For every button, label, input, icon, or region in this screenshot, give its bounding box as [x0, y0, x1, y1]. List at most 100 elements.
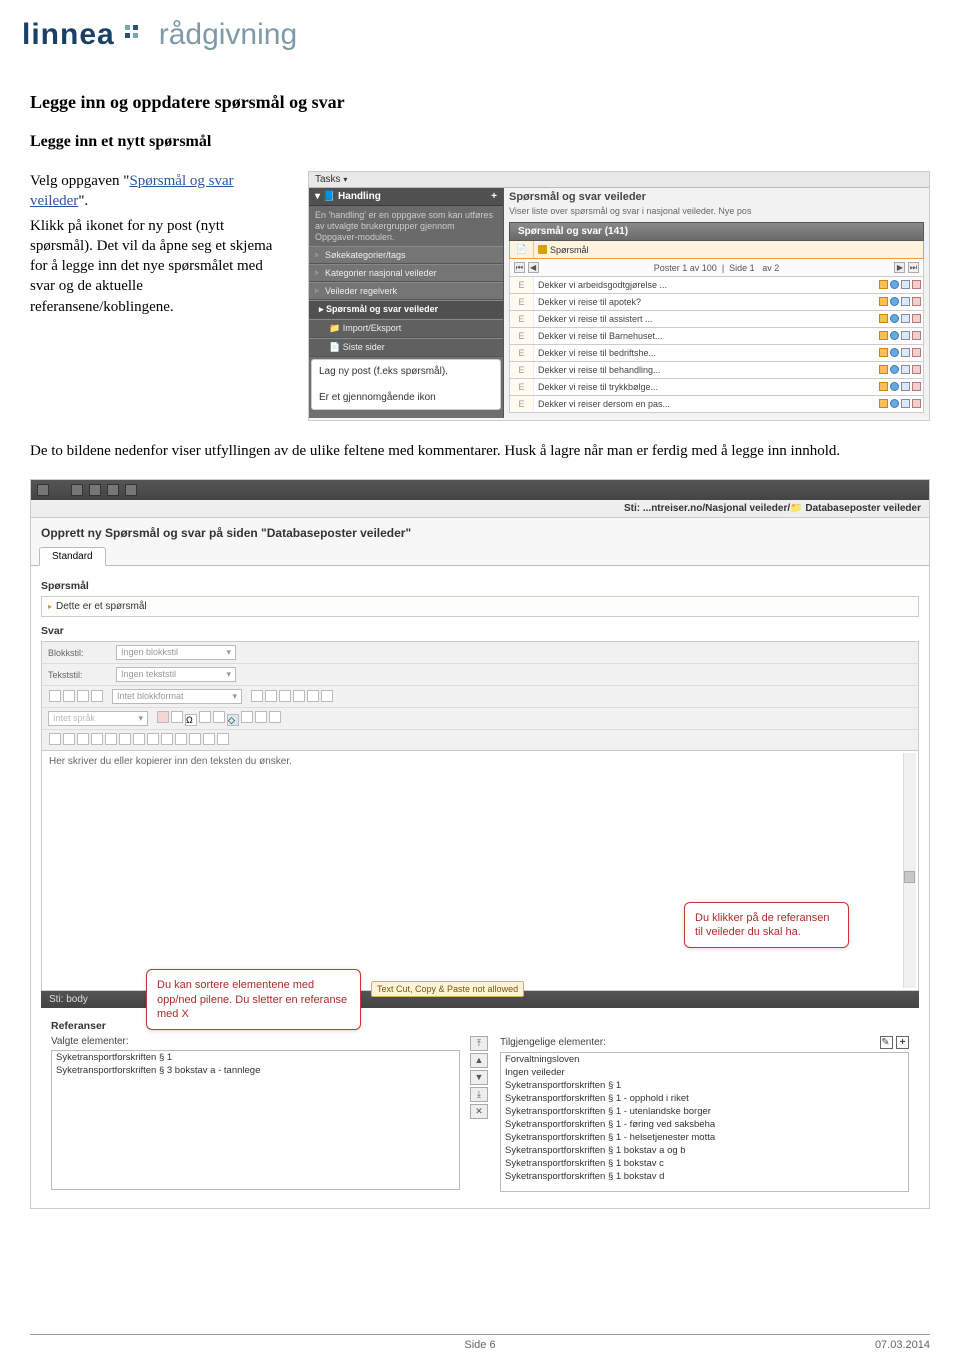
delete-icon[interactable] [912, 399, 921, 408]
info-icon[interactable] [890, 331, 899, 340]
list-item[interactable]: Syketransportforskriften § 1 - føring ve… [501, 1118, 908, 1131]
list-item[interactable]: Syketransportforskriften § 1 bokstav a o… [501, 1144, 908, 1157]
sidebar-item[interactable]: ▹Kategorier nasjonal veileder [309, 264, 503, 282]
toolbar-icon[interactable] [125, 484, 137, 496]
list-item[interactable]: Forvaltningsloven [501, 1053, 908, 1066]
list-item[interactable]: Syketransportforskriften § 1 bokstav d [501, 1170, 908, 1183]
tasks-bar: Tasks ▾ [309, 172, 929, 188]
sidebar-item[interactable]: ▹Søkekategorier/tags [309, 246, 503, 264]
copy-icon[interactable] [901, 331, 910, 340]
blokkstil-select[interactable]: Ingen blokkstil▾ [116, 645, 236, 660]
table-row[interactable]: EDekker vi reise til assistert ... [509, 311, 924, 328]
side-panel-header[interactable]: ▾ 📘 Handling+ [309, 188, 503, 206]
delete-icon[interactable] [912, 314, 921, 323]
toolbar-icon[interactable] [71, 484, 83, 496]
move-top[interactable]: ⤒ [470, 1036, 488, 1051]
list-item[interactable]: Syketransportforskriften § 1 [501, 1079, 908, 1092]
warning-badge: Text Cut, Copy & Paste not allowed [371, 981, 524, 997]
pencil-icon[interactable]: ✎ [880, 1036, 893, 1049]
panel-title: Spørsmål og svar veileder [509, 191, 924, 203]
edit-icon[interactable] [879, 365, 888, 374]
move-up[interactable]: ▲ [470, 1053, 488, 1068]
edit-icon[interactable] [879, 297, 888, 306]
close-icon[interactable] [37, 484, 49, 496]
language-select[interactable]: Intet språk▾ [48, 711, 148, 726]
info-icon[interactable] [890, 280, 899, 289]
copy-icon[interactable] [901, 280, 910, 289]
list-item[interactable]: Syketransportforskriften § 1 - helsetjen… [501, 1131, 908, 1144]
move-bottom[interactable]: ⤓ [470, 1087, 488, 1102]
pager-next[interactable]: ▶ [894, 262, 905, 273]
copy-icon[interactable] [901, 399, 910, 408]
remove-item[interactable]: ✕ [470, 1104, 488, 1119]
edit-icon[interactable] [879, 399, 888, 408]
blokkformat-select[interactable]: Intet blokkformat▾ [112, 689, 242, 704]
info-icon[interactable] [890, 399, 899, 408]
copy-icon[interactable] [901, 297, 910, 306]
sidebar-item-active[interactable]: ▸ Spørsmål og svar veileder [309, 300, 503, 319]
logo-text-main: linnea [22, 18, 115, 52]
sidebar-subitem[interactable]: 📁 Import/Eksport [309, 319, 503, 338]
info-icon[interactable] [890, 314, 899, 323]
delete-icon[interactable] [912, 297, 921, 306]
pager-first[interactable]: ⏮ [514, 262, 525, 273]
list-item[interactable]: Syketransportforskriften § 3 bokstav a -… [52, 1064, 459, 1077]
edit-icon[interactable] [879, 382, 888, 391]
list-item[interactable]: Ingen veileder [501, 1066, 908, 1079]
edit-icon[interactable] [879, 331, 888, 340]
new-post-icon[interactable]: 📄 [510, 241, 534, 258]
insert-icons[interactable]: Ω◇ [156, 711, 282, 726]
info-icon[interactable] [890, 382, 899, 391]
list-indent-icons[interactable] [250, 690, 334, 704]
table-row[interactable]: EDekker vi reise til Barnehuset... [509, 328, 924, 345]
delete-icon[interactable] [912, 280, 921, 289]
table-row[interactable]: EDekker vi reise til trykkbølge... [509, 379, 924, 396]
scrollbar-thumb[interactable] [904, 871, 915, 883]
table-row[interactable]: EDekker vi reise til behandling... [509, 362, 924, 379]
list-tab-header[interactable]: Spørsmål og svar (141) [509, 222, 924, 241]
list-item[interactable]: Syketransportforskriften § 1 [52, 1051, 459, 1064]
delete-icon[interactable] [912, 382, 921, 391]
available-list[interactable]: ForvaltningslovenIngen veilederSyketrans… [500, 1052, 909, 1192]
format-icons[interactable] [48, 690, 104, 704]
breadcrumb: Sti: ...ntreiser.no/Nasjonal veileder/📁 … [31, 500, 929, 518]
tab-standard[interactable]: Standard [39, 547, 106, 566]
edit-icon[interactable] [879, 280, 888, 289]
copy-icon[interactable] [901, 348, 910, 357]
table-row[interactable]: EDekker vi reiser dersom en pas... [509, 396, 924, 413]
list-item[interactable]: Syketransportforskriften § 1 - utenlands… [501, 1105, 908, 1118]
copy-icon[interactable] [901, 365, 910, 374]
edit-icon[interactable] [879, 314, 888, 323]
tab-strip: Standard [31, 546, 929, 566]
delete-icon[interactable] [912, 331, 921, 340]
copy-icon[interactable] [901, 314, 910, 323]
pager-last[interactable]: ⏭ [908, 262, 919, 273]
sporsmal-input[interactable]: ▸Dette er et spørsmål [41, 596, 919, 617]
move-down[interactable]: ▼ [470, 1070, 488, 1085]
plus-icon[interactable]: + [896, 1036, 909, 1049]
info-icon[interactable] [890, 365, 899, 374]
label-svar: Svar [41, 625, 919, 637]
tekststil-select[interactable]: Ingen tekststil▾ [116, 667, 236, 682]
page-heading: Legge inn og oppdatere spørsmål og svar [30, 92, 930, 113]
table-row[interactable]: EDekker vi arbeidsgodtgjørelse ... [509, 277, 924, 294]
table-row[interactable]: EDekker vi reise til bedriftshe... [509, 345, 924, 362]
label-valgte: Valgte elementer: [51, 1036, 460, 1047]
pager-prev[interactable]: ◀ [528, 262, 539, 273]
delete-icon[interactable] [912, 348, 921, 357]
info-icon[interactable] [890, 348, 899, 357]
delete-icon[interactable] [912, 365, 921, 374]
toolbar-icon[interactable] [89, 484, 101, 496]
sidebar-item[interactable]: ▹Veileder regelverk [309, 282, 503, 300]
svar-textarea[interactable]: Her skriver du eller kopierer inn den te… [41, 751, 919, 991]
sidebar-subitem[interactable]: 📄 Siste sider [309, 338, 503, 357]
copy-icon[interactable] [901, 382, 910, 391]
edit-icon[interactable] [879, 348, 888, 357]
toolbar-icon[interactable] [107, 484, 119, 496]
table-row[interactable]: EDekker vi reise til apotek? [509, 294, 924, 311]
list-item[interactable]: Syketransportforskriften § 1 bokstav c [501, 1157, 908, 1170]
info-icon[interactable] [890, 297, 899, 306]
table-icons[interactable] [48, 733, 230, 747]
selected-list[interactable]: Syketransportforskriften § 1Syketranspor… [51, 1050, 460, 1190]
list-item[interactable]: Syketransportforskriften § 1 - opphold i… [501, 1092, 908, 1105]
